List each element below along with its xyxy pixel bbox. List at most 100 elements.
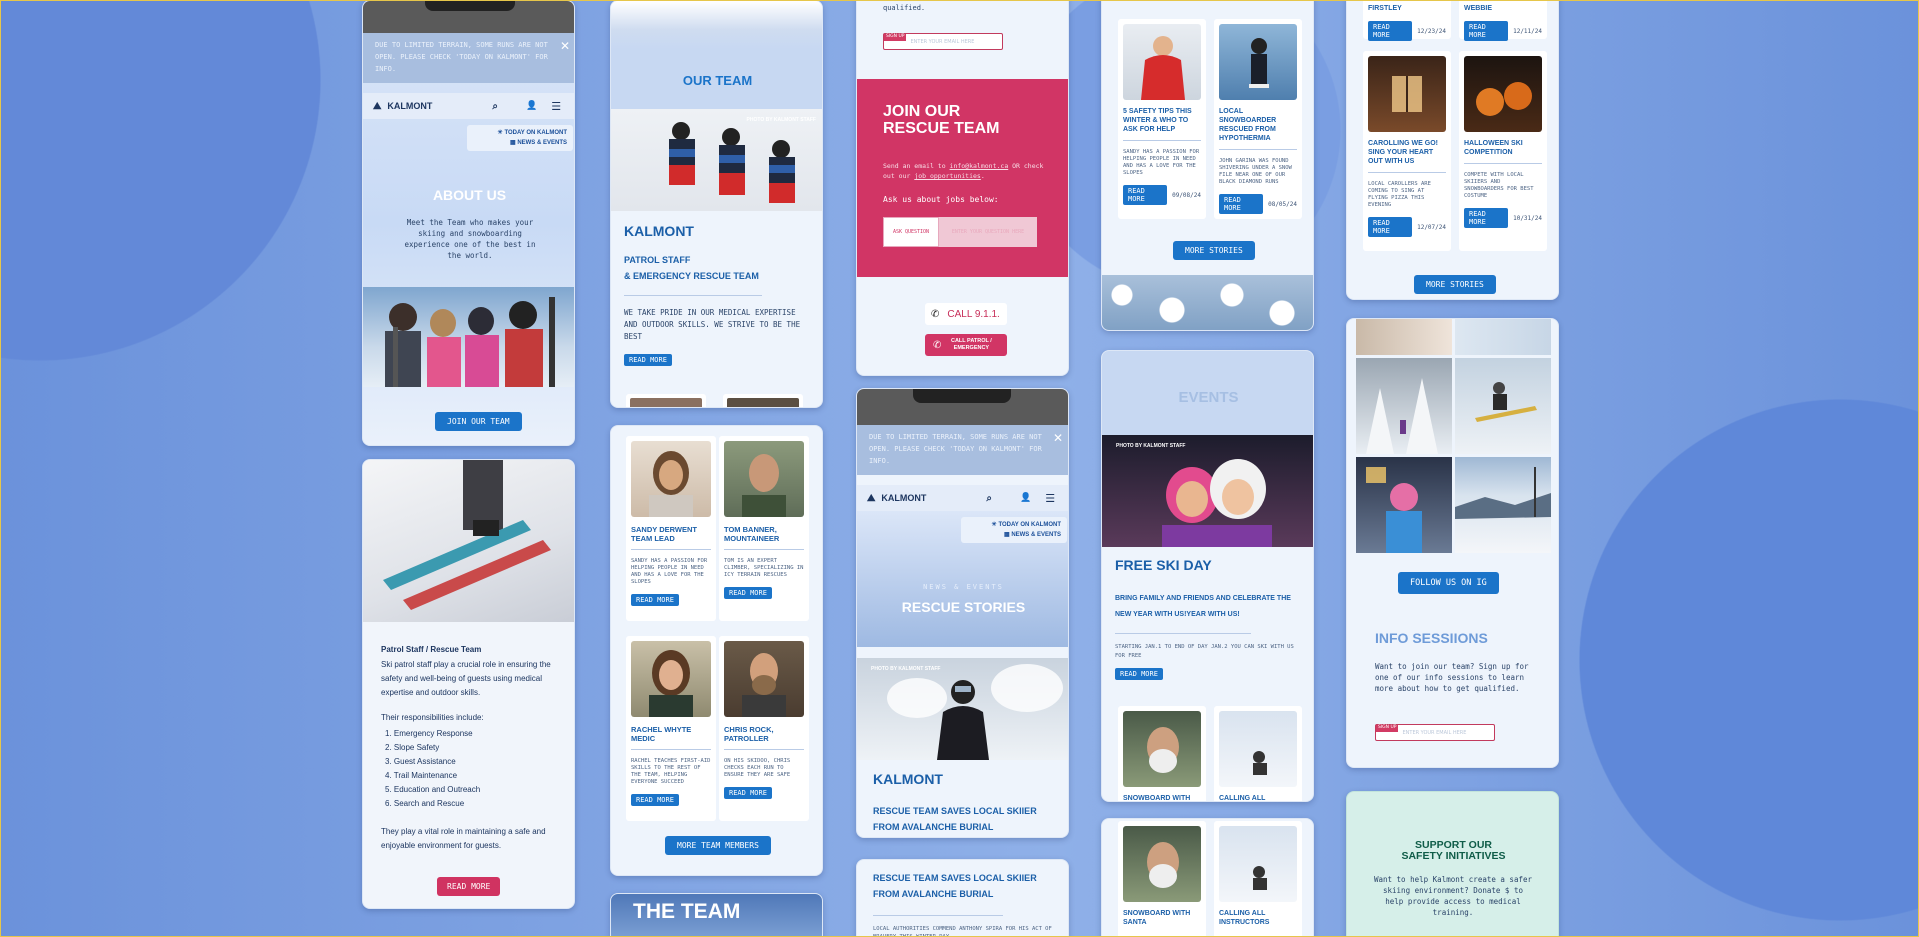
- logo-icon[interactable]: ⛰: [867, 493, 875, 504]
- event-sub: BRING FAMILY AND FRIENDS AND CELEBRATE T…: [1115, 595, 1291, 618]
- story-read-more[interactable]: READ MORE: [1219, 194, 1264, 214]
- event-card[interactable]: CALLING ALL INSTRUCTORS: [1214, 821, 1302, 937]
- menu-icon[interactable]: ☰: [1045, 492, 1055, 505]
- patrol-outro: They play a vital role in maintaining a …: [381, 827, 546, 850]
- more-stories-button[interactable]: MORE STORIES: [1414, 275, 1496, 294]
- rescue-photo: PHOTO BY KALMONT STAFF: [857, 658, 1068, 760]
- follow-ig-button[interactable]: FOLLOW US ON IG: [1398, 572, 1499, 594]
- member-read-more[interactable]: READ MORE: [724, 787, 772, 799]
- event-read-more[interactable]: READ MORE: [1464, 21, 1509, 41]
- member-read-more[interactable]: READ MORE: [631, 594, 679, 606]
- story-card[interactable]: LOCAL SNOWBOARDER RESCUED FROM HYPOTHERM…: [1214, 19, 1302, 219]
- join-card: qualified. SIGN UP ENTER YOUR EMAIL HERE…: [856, 0, 1069, 376]
- brand-name[interactable]: KALMONT: [387, 101, 432, 111]
- member-card[interactable]: TOM BANNER, MOUNTAINEER TOM IS AN EXPERT…: [719, 436, 809, 621]
- our-team-read-more[interactable]: READ MORE: [624, 354, 672, 366]
- info-text: Want to join our team? Sign up for one o…: [1375, 662, 1529, 693]
- about-card: DUE TO LIMITED TERRAIN, SOME RUNS ARE NO…: [362, 0, 575, 446]
- close-icon[interactable]: ✕: [1053, 431, 1063, 445]
- member-photo: [631, 441, 711, 517]
- event-card[interactable]: HALLOWEEN SKI COMPETITION COMPETE WITH L…: [1459, 51, 1547, 251]
- jobs-link[interactable]: job opportunities: [914, 172, 981, 180]
- menu-icon[interactable]: ☰: [551, 100, 561, 113]
- signup-email-field[interactable]: SIGN UP ENTER YOUR EMAIL HERE: [883, 33, 1003, 50]
- event-card[interactable]: WEBBIE READ MORE 12/11/24: [1459, 0, 1547, 41]
- story-card[interactable]: 5 SAFETY TIPS THIS WINTER & WHO TO ASK F…: [1118, 19, 1206, 219]
- patrol-intro: Ski patrol staff play a crucial role in …: [381, 660, 551, 697]
- event-date: 12/11/24: [1513, 27, 1542, 35]
- search-icon[interactable]: ⌕: [986, 493, 992, 504]
- member-card[interactable]: SANDY DERWENT TEAM LEAD SANDY HAS A PASS…: [626, 436, 716, 621]
- member-read-more[interactable]: READ MORE: [724, 587, 772, 599]
- about-text: Meet the Team who makes your skiing and …: [404, 218, 536, 260]
- event-text: STARTING JAN.1 TO END OF DAY JAN.2 YOU C…: [1115, 644, 1294, 659]
- event-read-more[interactable]: READ MORE: [1115, 668, 1163, 680]
- skiers-illustration: [669, 122, 795, 203]
- event-date: 10/31/24: [1513, 214, 1542, 222]
- events-title: EVENTS: [1178, 389, 1239, 406]
- call-911-button[interactable]: ✆ CALL 9.1.1.: [925, 303, 1007, 325]
- member-name: TOM BANNER, MOUNTAINEER: [724, 525, 780, 543]
- event-card-photo: [1464, 56, 1542, 132]
- email-link[interactable]: info@kalmont.ca: [950, 162, 1009, 170]
- more-team-members-button[interactable]: MORE TEAM MEMBERS: [665, 836, 771, 855]
- events-card: EVENTS PHOTO BY KALMONT STAFF FREE SKI D…: [1101, 350, 1314, 802]
- ig-photo: [1356, 457, 1452, 553]
- call-patrol-button[interactable]: ✆ CALL PATROL / EMERGENCY: [925, 334, 1007, 356]
- user-icon[interactable]: 👤: [526, 101, 537, 111]
- instagram-card: FOLLOW US ON IG INFO SESSIIONS Want to j…: [1346, 318, 1559, 768]
- call-911-label: CALL 9.1.1.: [947, 308, 1000, 320]
- member-desc: RACHEL TEACHES FIRST-AID SKILLS TO THE R…: [631, 758, 711, 785]
- info-email-field[interactable]: SIGN UP ENTER YOUR EMAIL HERE: [1375, 724, 1495, 741]
- user-icon[interactable]: 👤: [1020, 493, 1031, 503]
- menu-item-today[interactable]: ☀ TODAY ON KALMONT: [473, 128, 567, 138]
- events-list-card: FIRSTLEY READ MORE 12/23/24 WEBBIE READ M…: [1346, 0, 1559, 300]
- search-icon[interactable]: ⌕: [492, 101, 498, 112]
- our-team-text: WE TAKE PRIDE IN OUR MEDICAL EXPERTISE A…: [624, 308, 801, 341]
- kalmont-heading: KALMONT: [873, 771, 943, 787]
- story-read-more[interactable]: READ MORE: [1123, 185, 1168, 205]
- brand-name[interactable]: KALMONT: [881, 493, 926, 503]
- event-card[interactable]: SNOWBOARD WITH SANTA: [1118, 821, 1206, 937]
- stories-card: 5 SAFETY TIPS THIS WINTER & WHO TO ASK F…: [1101, 0, 1314, 331]
- event-card[interactable]: CALLING ALL: [1214, 706, 1302, 801]
- member-preview: [626, 394, 706, 407]
- patrol-read-more-button[interactable]: READ MORE: [437, 877, 501, 896]
- the-team-title: THE TEAM: [633, 900, 741, 923]
- member-card[interactable]: CHRIS ROCK, PATROLLER ON HIS SKIDOO, CHR…: [719, 636, 809, 821]
- event-photo: PHOTO BY KALMONT STAFF: [1102, 435, 1313, 547]
- menu-item-news[interactable]: ▦ NEWS & EVENTS: [473, 138, 567, 148]
- event-read-more[interactable]: READ MORE: [1368, 217, 1413, 237]
- member-name: RACHEL WHYTE MEDIC: [631, 725, 692, 743]
- ask-form: ASK QUESTION ENTER YOUR QUESTION HERE: [883, 217, 1037, 247]
- event-read-more[interactable]: READ MORE: [1368, 21, 1413, 41]
- support-card: SUPPORT OUR SAFETY INITIATIVES Want to h…: [1346, 791, 1559, 937]
- member-card[interactable]: RACHEL WHYTE MEDIC RACHEL TEACHES FIRST-…: [626, 636, 716, 821]
- join-team-button[interactable]: JOIN OUR TEAM: [435, 412, 522, 431]
- event-card[interactable]: SNOWBOARD WITH: [1118, 706, 1206, 801]
- more-stories-button[interactable]: MORE STORIES: [1173, 241, 1255, 260]
- the-team-card: THE TEAM: [610, 893, 823, 937]
- logo-icon[interactable]: ⛰: [373, 101, 381, 112]
- story-photo: [1123, 24, 1201, 100]
- support-title-line2: SAFETY INITIATIVES: [1401, 850, 1506, 862]
- question-input[interactable]: ENTER YOUR QUESTION HERE: [939, 217, 1037, 247]
- photo-credit: PHOTO BY KALMONT STAFF: [746, 117, 816, 123]
- event-card-title: SNOWBOARD WITH SANTA: [1123, 910, 1191, 926]
- qualified-text: qualified.: [883, 4, 926, 12]
- event-card-title: HALLOWEEN SKI COMPETITION: [1464, 140, 1523, 156]
- menu-item-news[interactable]: ▦ NEWS & EVENTS: [967, 530, 1061, 540]
- event-read-more[interactable]: READ MORE: [1464, 208, 1509, 228]
- close-icon[interactable]: ✕: [560, 39, 570, 53]
- ask-question-button[interactable]: ASK QUESTION: [883, 217, 939, 247]
- event-card[interactable]: CAROLLING WE GO! SING YOUR HEART OUT WIT…: [1363, 51, 1451, 251]
- member-read-more[interactable]: READ MORE: [631, 794, 679, 806]
- event-card-desc: COMPETE WITH LOCAL SKIIERS AND SNOWBOARD…: [1464, 172, 1534, 199]
- event-card-photo: [1368, 56, 1446, 132]
- event-card[interactable]: FIRSTLEY READ MORE 12/23/24: [1363, 0, 1451, 41]
- patrol-staff-sub: PATROL STAFF: [624, 255, 691, 265]
- join-title-line2: RESCUE TEAM: [883, 120, 1000, 137]
- menu-item-today[interactable]: ☀ TODAY ON KALMONT: [967, 520, 1061, 530]
- rescue-kicker: NEWS & EVENTS: [923, 583, 1004, 591]
- member-desc: ON HIS SKIDOO, CHRIS CHECKS EACH RUN TO …: [724, 758, 791, 778]
